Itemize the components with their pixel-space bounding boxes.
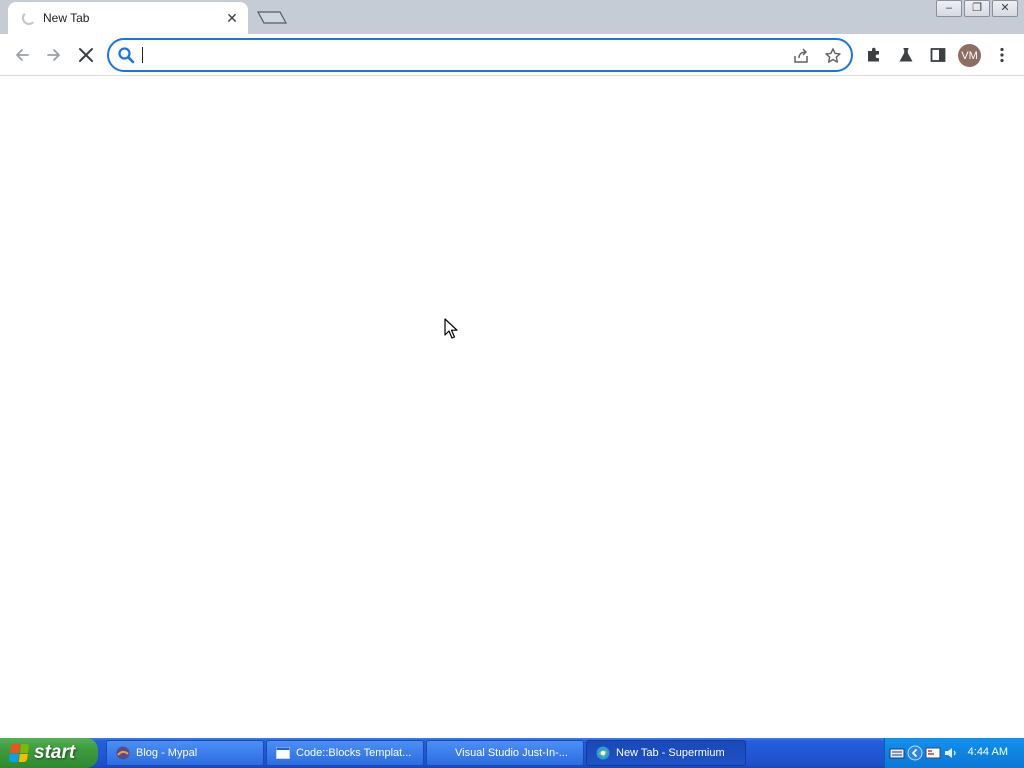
taskbar-item-blog-mypal[interactable]: Blog - Mypal [106,740,264,766]
forward-button[interactable] [39,40,69,70]
taskbar: start Blog - Mypal Code::Blocks Templat.… [0,738,1024,768]
keyboard-icon[interactable] [889,745,905,761]
screen: New Tab ✕ – ❐ ✕ VM start Blog - Mypal Co… [0,0,1024,768]
taskbar-item-new-tab-supermium[interactable]: New Tab - Supermium [586,740,746,766]
tab-new-tab[interactable]: New Tab ✕ [8,2,248,34]
side-panel-button[interactable] [926,43,950,67]
start-button[interactable]: start [0,738,98,768]
minimize-button[interactable]: – [936,0,962,17]
clock: 4:44 AM [967,746,1008,758]
side-panel-icon [930,48,946,62]
puzzle-icon [868,47,879,62]
kebab-menu-icon [1000,47,1004,63]
star-icon [825,48,841,63]
back-button[interactable] [7,40,37,70]
forward-arrow-icon [47,49,60,61]
close-window-button[interactable]: ✕ [992,0,1018,17]
tab-close-icon[interactable]: ✕ [224,10,240,26]
restore-button[interactable]: ❐ [964,0,990,17]
back-arrow-icon [16,49,29,61]
bookmark-button[interactable] [823,46,843,66]
new-tab-icon [256,11,288,24]
labs-button[interactable] [894,43,918,67]
browser-toolbar: VM [0,34,1024,76]
address-input[interactable] [145,43,785,67]
start-label: start [34,742,76,763]
mouse-cursor-icon [444,318,458,339]
stop-loading-button[interactable] [71,40,101,70]
supermium-icon [595,745,611,761]
task-label: Blog - Mypal [136,747,198,759]
taskbar-item-visual-studio-jit[interactable]: Visual Studio Just-In-... [426,740,584,766]
extensions-button[interactable] [862,43,886,67]
text-caret [142,47,143,63]
system-tray: 4:44 AM [884,738,1024,768]
profile-avatar[interactable]: VM [958,44,981,67]
new-tab-button[interactable] [256,9,288,25]
task-label: Code::Blocks Templat... [296,747,412,759]
window-controls: – ❐ ✕ [934,0,1018,18]
tab-title: New Tab [43,11,90,25]
network-icon[interactable] [925,745,941,761]
share-button[interactable] [791,46,811,66]
mypal-icon [115,745,131,761]
task-label: Visual Studio Just-In-... [455,747,568,759]
search-icon [118,47,135,64]
taskbar-item-codeblocks[interactable]: Code::Blocks Templat... [266,740,424,766]
share-icon [794,48,808,63]
windows-logo-icon [8,744,30,762]
tab-strip: New Tab ✕ – ❐ ✕ [0,0,1024,34]
flask-icon [899,48,913,62]
menu-button[interactable] [990,43,1014,67]
volume-icon[interactable] [943,745,959,761]
stop-x-icon [79,48,93,62]
address-bar[interactable] [107,38,853,72]
tray-collapse-icon[interactable] [907,745,923,761]
task-label: New Tab - Supermium [616,747,725,759]
page-content[interactable] [0,77,1024,737]
window-icon [275,745,291,761]
loading-spinner-icon [22,11,36,25]
